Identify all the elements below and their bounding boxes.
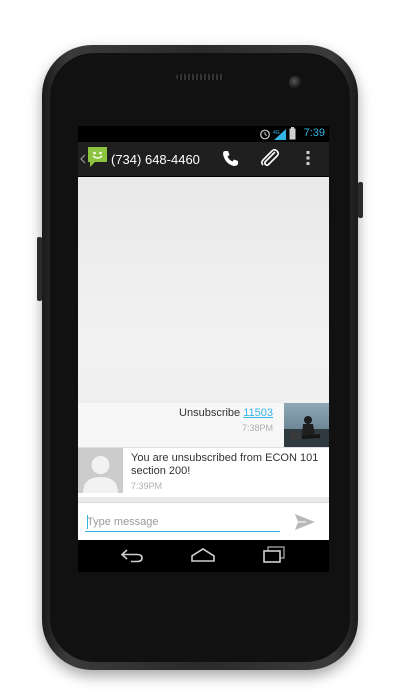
message-text-line: You are unsubscribed from ECON 101 (131, 452, 319, 464)
contact-avatar-placeholder[interactable] (78, 448, 123, 493)
message-text: Unsubscribe (179, 407, 241, 419)
overflow-menu-icon[interactable] (306, 150, 310, 166)
signal-icon: 4G (273, 129, 286, 140)
action-bar: (734) 648-4460 (78, 142, 329, 177)
back-icon[interactable] (80, 154, 86, 164)
message-time: 7:39PM (131, 481, 163, 491)
contact-number[interactable]: (734) 648-4460 (111, 152, 200, 167)
send-icon[interactable] (294, 513, 316, 531)
phone-screen: 4G 7:39 (734) 648-4460 Unsubscribe 11503… (78, 126, 329, 572)
message-composer (78, 502, 329, 541)
back-nav-icon[interactable] (120, 547, 144, 563)
attach-icon[interactable] (260, 149, 280, 168)
message-outgoing[interactable]: Unsubscribe 11503 7:38PM (78, 403, 329, 447)
conversation-area[interactable]: Unsubscribe 11503 7:38PM You are unsubsc… (78, 177, 329, 523)
front-camera (289, 76, 302, 89)
earpiece-speaker (176, 74, 224, 80)
message-text-line: section 200! (131, 465, 191, 477)
status-bar: 4G 7:39 (78, 126, 329, 142)
status-time: 7:39 (303, 127, 325, 139)
text-cursor (87, 515, 88, 529)
alarm-icon (260, 129, 270, 140)
power-button (358, 182, 363, 218)
message-input[interactable] (85, 513, 280, 532)
home-nav-icon[interactable] (190, 547, 216, 563)
recent-apps-icon[interactable] (262, 546, 286, 564)
message-time: 7:38PM (241, 423, 273, 433)
sender-avatar-photo[interactable] (284, 403, 329, 447)
navigation-bar (78, 540, 329, 572)
volume-button (37, 237, 42, 301)
svg-text:4G: 4G (273, 130, 280, 136)
battery-icon (289, 127, 296, 140)
message-incoming[interactable]: You are unsubscribed from ECON 101 secti… (78, 447, 329, 497)
message-link[interactable]: 11503 (243, 407, 273, 419)
phone-icon[interactable] (222, 150, 239, 167)
sms-app-icon[interactable] (87, 146, 108, 168)
